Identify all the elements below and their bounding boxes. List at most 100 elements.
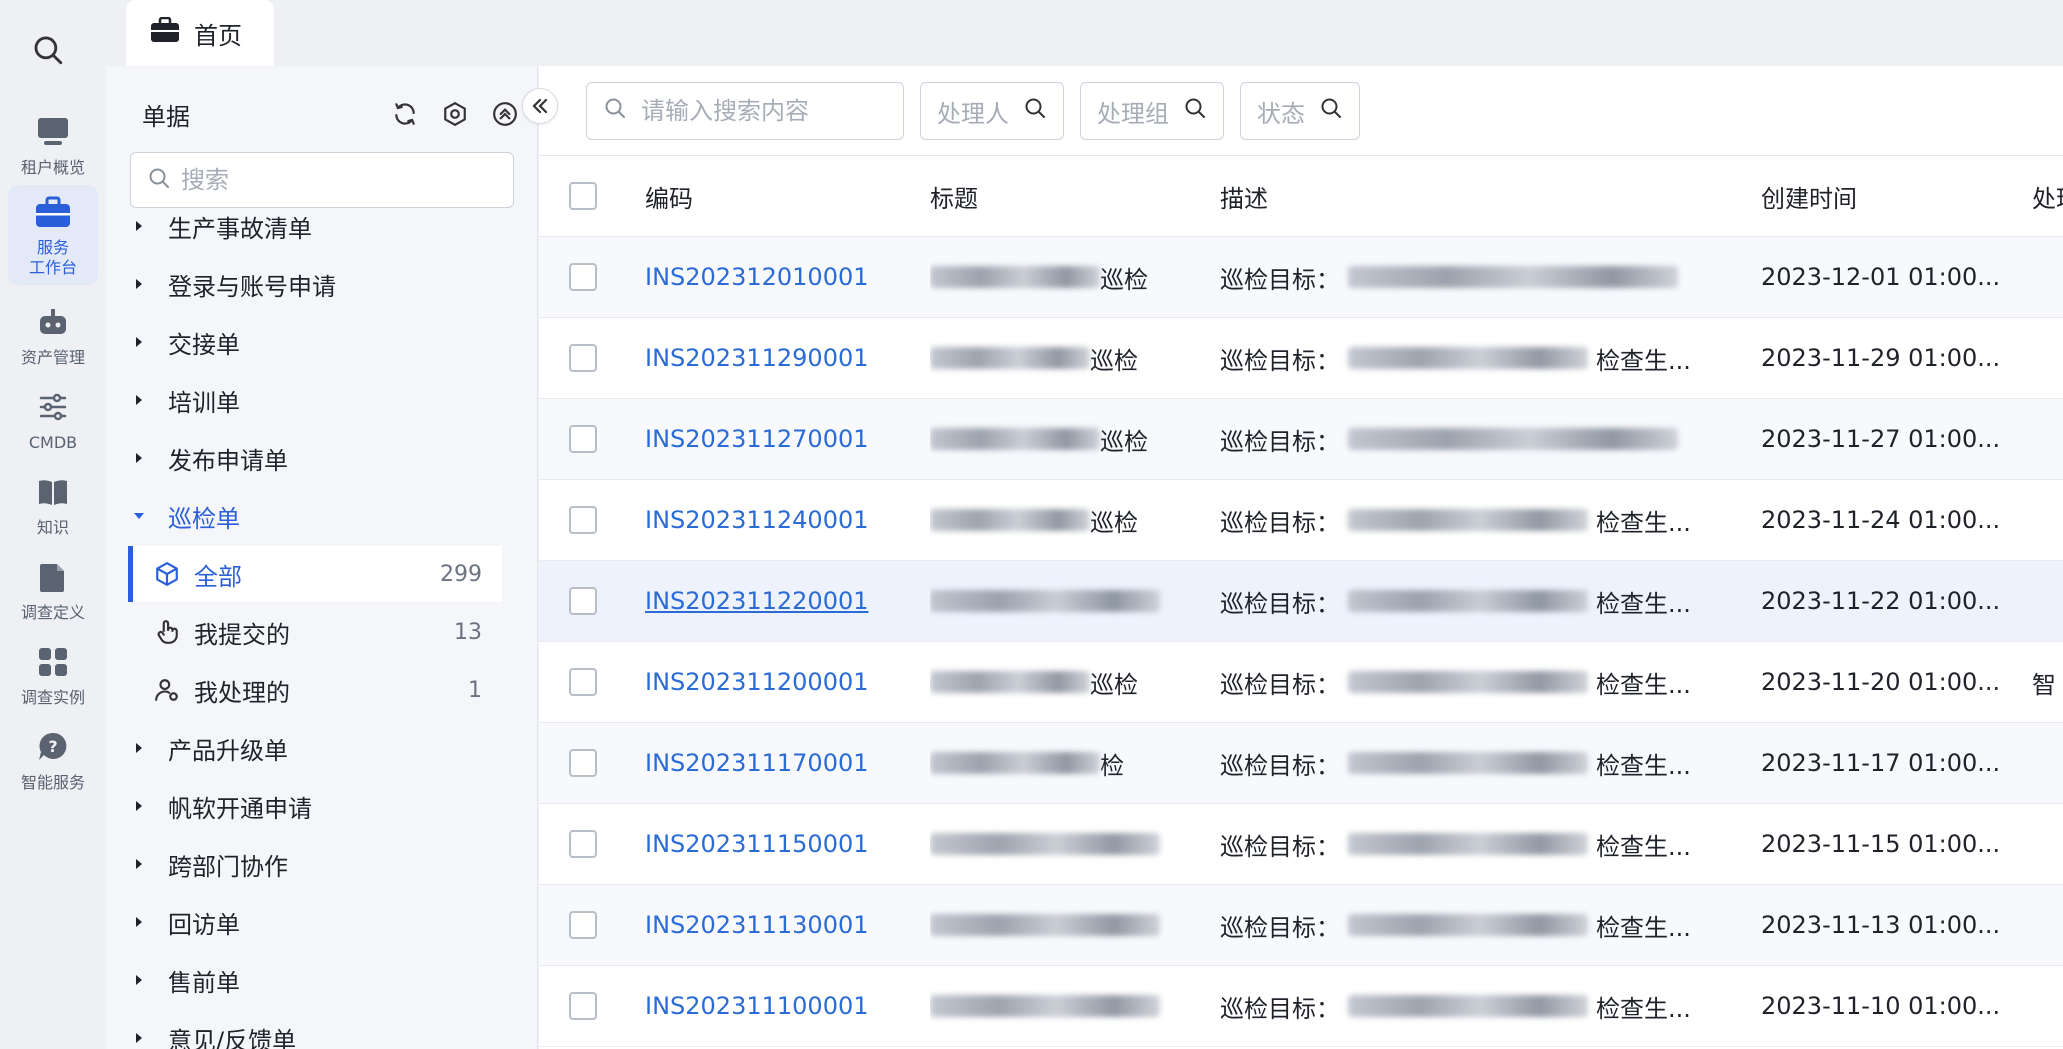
tree-child-item[interactable]: 我提交的 13 [128,604,502,660]
table-row[interactable]: INS202311170001 检 巡检目标： 检查生... 2023-11-17 01… [539,723,2063,804]
header-desc[interactable]: 描述 [1220,156,1740,236]
redacted-title [930,347,1090,369]
table-cell: 巡检目标： [1220,399,1740,479]
caret-right-icon [128,973,150,987]
table-cell: 巡检目标： 检查生... [1220,885,1740,965]
ticket-code-link[interactable]: INS202311150001 [645,830,869,858]
desc-suffix: 检查生... [1596,913,1691,942]
sliders-icon [33,387,73,427]
table-row[interactable]: INS202312010001 巡检 巡检目标： 2023-12-01 01:00..… [539,237,2063,318]
table-cell: 巡检目标： 检查生... [1220,318,1740,398]
tree-node[interactable]: 生产事故清单 [128,198,312,254]
tree-node[interactable]: 售前单 [128,952,240,1008]
created-time: 2023-11-15 01:00... [1761,830,2001,858]
tree-node-label: 巡检单 [168,504,240,533]
header-proc[interactable]: 处理 [2032,156,2063,236]
tree-node[interactable]: 登录与账号申请 [128,256,336,312]
ticket-code-link[interactable]: INS202311270001 [645,425,869,453]
tree-node[interactable]: 交接单 [128,314,240,370]
table-cell: 巡检目标： 检查生... [1220,804,1740,884]
row-checkbox[interactable] [569,830,597,858]
tree-node[interactable]: 意见/反馈单 [128,1010,296,1049]
ticket-code-link[interactable]: INS202311200001 [645,668,869,696]
desc-prefix: 巡检目标： [1220,508,1340,537]
row-checkbox[interactable] [569,668,597,696]
tree-child-item[interactable]: 全部 299 [128,546,502,602]
table-cell: 巡检目标： 检查生... [1220,966,1740,1046]
row-checkbox[interactable] [569,911,597,939]
tree-node[interactable]: 培训单 [128,372,240,428]
tree-node[interactable]: 帆软开通申请 [128,778,312,834]
table-row[interactable]: INS202311100001 巡检目标： 检查生... 2023-11-10 01:… [539,966,2063,1047]
tree-node[interactable]: 巡检单 [128,488,240,544]
select-all-checkbox[interactable] [569,182,597,210]
rail-item-label: 智能服务 [20,773,85,792]
global-search-icon[interactable] [26,28,70,72]
tree-child-label: 全部 [194,562,242,591]
row-checkbox[interactable] [569,992,597,1020]
table-cell: 巡检目标： 检查生... [1220,642,1740,722]
ticket-code-link[interactable]: INS202311290001 [645,344,869,372]
redacted-title [930,833,1160,855]
tab-home[interactable]: 首页 [126,0,274,66]
filter-group[interactable]: 处理组 [1080,82,1224,140]
table-cell: 巡检目标： 检查生... [1220,480,1740,560]
table-search-input[interactable] [641,97,881,125]
row-checkbox[interactable] [569,344,597,372]
filter-assignee-label: 处理人 [937,99,1009,128]
tree-node-label: 产品升级单 [168,736,288,765]
rail-item-1[interactable]: 租户概览 [8,95,98,195]
settings-hex-icon[interactable] [439,98,471,130]
row-checkbox[interactable] [569,506,597,534]
tree-child-count: 13 [454,619,482,645]
table-cell [2032,723,2063,803]
caret-right-icon [128,799,150,813]
table-row[interactable]: INS202311130001 巡检目标： 检查生... 2023-11-13 01:… [539,885,2063,966]
tree-node[interactable]: 回访单 [128,894,240,950]
filter-status[interactable]: 状态 [1240,82,1360,140]
ticket-code-link[interactable]: INS202311240001 [645,506,869,534]
table-row[interactable]: INS202311220001 巡检目标： 检查生... 2023-11-22 01:… [539,561,2063,642]
table-row[interactable]: INS202311240001 巡检 巡检目标： 检查生... 2023-11-24 0… [539,480,2063,561]
table-cell: 2023-11-13 01:00... [1761,885,2021,965]
tree-search-input[interactable] [181,166,481,194]
table-row[interactable]: INS202311270001 巡检 巡检目标： 2023-11-27 01:00..… [539,399,2063,480]
row-checkbox[interactable] [569,587,597,615]
redacted-title [930,752,1100,774]
ticket-code-link[interactable]: INS202311100001 [645,992,869,1020]
table-cell: 2023-12-01 01:00... [1761,237,2021,317]
table-cell [2032,237,2063,317]
ticket-code-link[interactable]: INS202311220001 [645,587,869,615]
tree-child-label: 我处理的 [194,678,290,707]
row-checkbox[interactable] [569,749,597,777]
ticket-code-link[interactable]: INS202312010001 [645,263,869,291]
tree-node[interactable]: 发布申请单 [128,430,288,486]
tree-node[interactable]: 产品升级单 [128,720,288,776]
row-checkbox[interactable] [569,263,597,291]
ticket-code-link[interactable]: INS202311170001 [645,749,869,777]
collapse-all-icon[interactable] [489,98,521,130]
redacted-desc [1348,995,1588,1017]
collapse-panel-button[interactable] [522,88,558,124]
table-cell [930,804,1185,884]
table-cell [2032,318,2063,398]
header-title[interactable]: 标题 [930,156,1185,236]
rail-item-8[interactable]: ? 智能服务 [8,710,98,810]
ticket-code-link[interactable]: INS202311130001 [645,911,869,939]
rail-item-2[interactable]: 服务 工作台 [8,185,98,285]
header-created[interactable]: 创建时间 [1761,156,2021,236]
table-row[interactable]: INS202311200001 巡检 巡检目标： 检查生... 2023-11-20 0… [539,642,2063,723]
tree-child-item[interactable]: 我处理的 1 [128,662,502,718]
refresh-icon[interactable] [389,98,421,130]
tree-node-label: 跨部门协作 [168,852,288,881]
row-checkbox[interactable] [569,425,597,453]
table-row[interactable]: INS202311290001 巡检 巡检目标： 检查生... 2023-11-29 0… [539,318,2063,399]
user-gear-icon [152,677,182,703]
tree-node-label: 交接单 [168,330,240,359]
tree-node[interactable]: 跨部门协作 [128,836,288,892]
table-cell: 巡检 [930,480,1185,560]
table-search-field[interactable] [586,82,904,140]
header-code[interactable]: 编码 [645,156,915,236]
table-row[interactable]: INS202311150001 巡检目标： 检查生... 2023-11-15 01:… [539,804,2063,885]
filter-assignee[interactable]: 处理人 [920,82,1064,140]
